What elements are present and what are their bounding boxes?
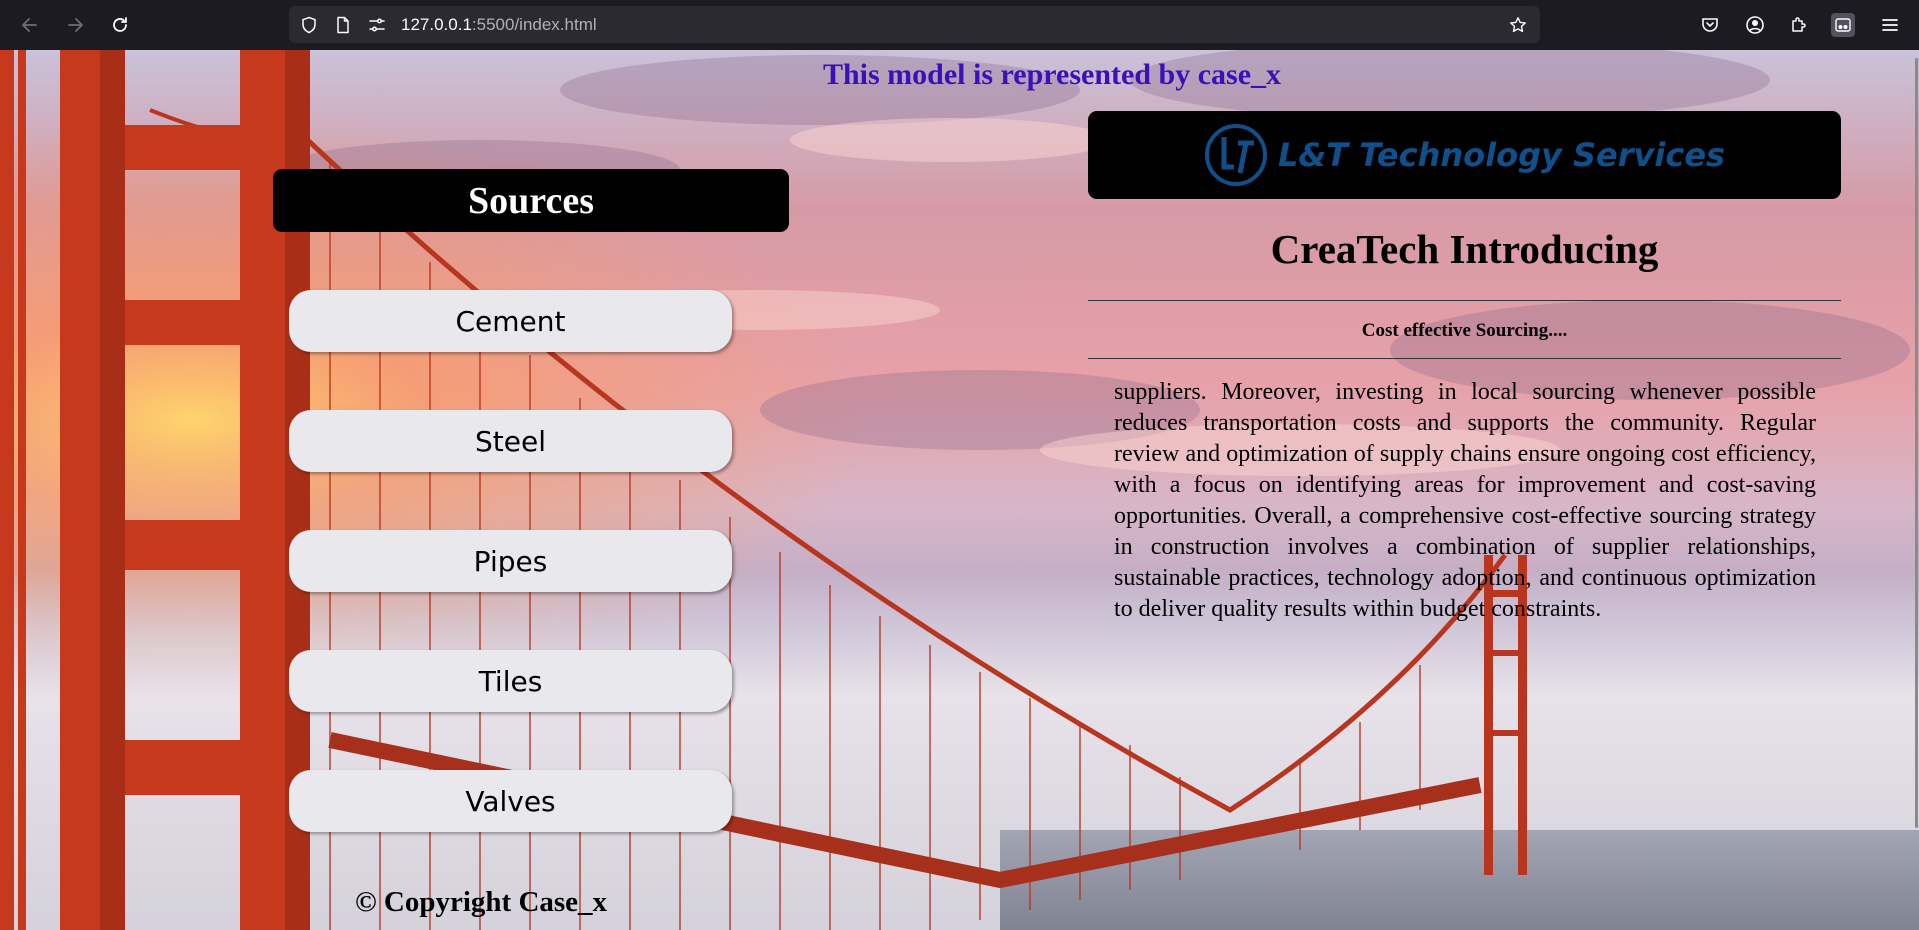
intro-heading: CreaTech Introducing	[1270, 226, 1659, 272]
source-button-cement[interactable]: Cement	[289, 290, 732, 352]
address-bar[interactable]: 127.0.0.1:5500/index.html	[289, 6, 1540, 43]
sources-title: Sources	[273, 169, 789, 232]
url-path: :5500/index.html	[471, 15, 597, 34]
menu-button[interactable]	[1878, 13, 1902, 37]
intro-subheading: Cost effective Sourcing....	[1361, 320, 1568, 341]
puzzle-icon	[1792, 17, 1806, 32]
intro-text-scroll-area[interactable]: suppliers. Moreover, investing in local …	[1114, 358, 1816, 625]
permissions-icon[interactable]	[368, 16, 386, 34]
bookmark-star-icon[interactable]	[1509, 16, 1527, 34]
forward-button[interactable]	[63, 13, 87, 37]
source-button-tiles[interactable]: Tiles	[289, 650, 732, 712]
reload-icon	[113, 17, 127, 32]
arrow-left-icon	[22, 18, 37, 32]
shield-icon[interactable]	[300, 16, 318, 34]
pocket-icon	[1702, 18, 1718, 32]
arrow-right-icon	[68, 18, 83, 32]
intro-body-text: suppliers. Moreover, investing in local …	[1114, 379, 1816, 622]
logo-text: L&T Technology Services	[1277, 136, 1726, 174]
reload-button[interactable]	[108, 13, 132, 37]
pocket-button[interactable]	[1698, 13, 1722, 37]
source-button-pipes[interactable]: Pipes	[289, 530, 732, 592]
source-button-steel[interactable]: Steel	[289, 410, 732, 472]
account-icon	[1746, 16, 1764, 34]
copyright-footer: © Copyright Case_x	[355, 886, 608, 918]
url-host: 127.0.0.1	[401, 15, 472, 34]
divider	[1088, 300, 1841, 301]
page-icon	[334, 16, 352, 34]
url-text[interactable]: 127.0.0.1:5500/index.html	[401, 15, 597, 35]
scrollbar-thumb[interactable]	[1915, 58, 1918, 828]
account-button[interactable]	[1743, 13, 1767, 37]
page-scrollbar[interactable]	[1913, 50, 1919, 930]
back-button[interactable]	[18, 13, 42, 37]
model-banner: This model is represented by case_x	[822, 58, 1282, 91]
glasses-icon	[1835, 18, 1851, 32]
hamburger-menu-icon	[1882, 19, 1898, 31]
lt-logo-icon	[1204, 124, 1267, 186]
reader-view-button[interactable]	[1831, 13, 1855, 37]
browser-toolbar: 127.0.0.1:5500/index.html	[0, 0, 1919, 50]
page-viewport: This model is represented by case_x Sour…	[0, 50, 1919, 930]
extensions-button[interactable]	[1787, 13, 1811, 37]
source-button-valves[interactable]: Valves	[289, 770, 732, 832]
company-logo: L&T Technology Services	[1088, 111, 1841, 199]
